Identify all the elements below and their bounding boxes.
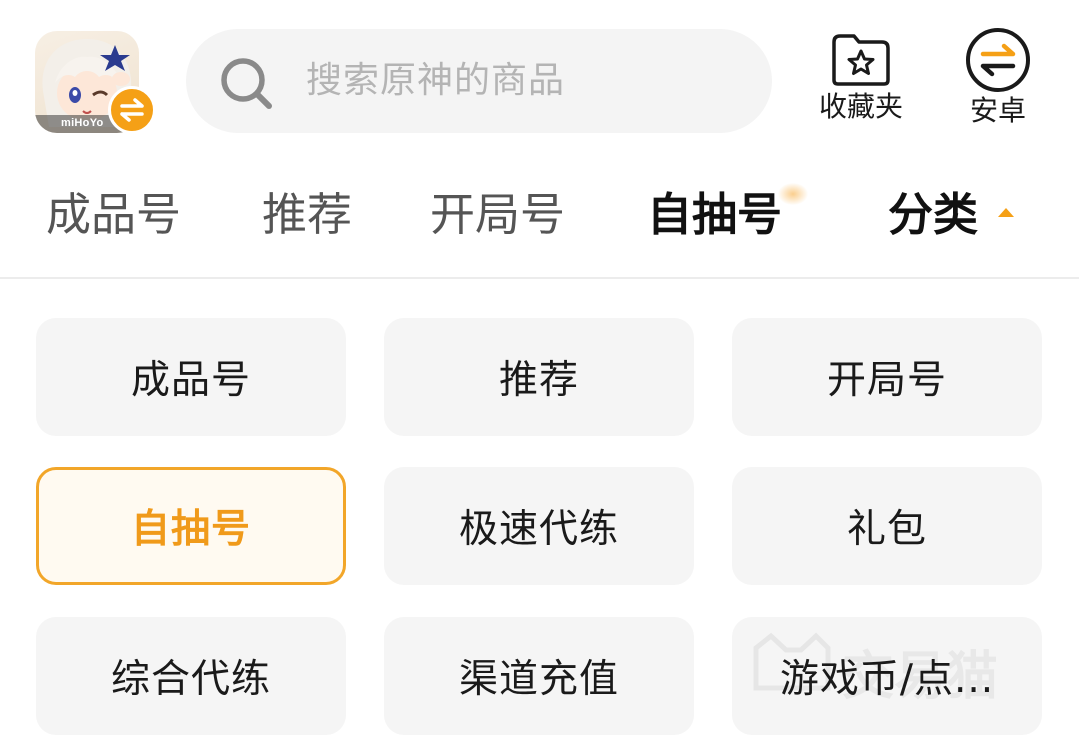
- brand-wordmark: miHoYo: [61, 117, 104, 129]
- tab-recommended[interactable]: 推荐: [262, 170, 352, 260]
- category-general-boosting[interactable]: 综合代练: [36, 617, 346, 735]
- category-starter-accounts[interactable]: 开局号: [732, 318, 1042, 436]
- tab-starter-accounts[interactable]: 开局号: [430, 170, 565, 260]
- category-finished-accounts[interactable]: 成品号: [36, 318, 346, 436]
- tab-self-roll-accounts[interactable]: 自抽号: [647, 170, 782, 260]
- android-platform-button[interactable]: 安卓: [950, 26, 1046, 128]
- favorites-button[interactable]: 收藏夹: [808, 30, 914, 124]
- tab-divider: [0, 277, 1079, 279]
- category-game-currency[interactable]: 游戏币/点...: [732, 617, 1042, 735]
- search-icon: [221, 58, 272, 109]
- category-channel-topup[interactable]: 渠道充值: [384, 617, 694, 735]
- search-placeholder: 搜索原神的商品: [306, 60, 566, 101]
- category-express-boosting[interactable]: 极速代练: [384, 467, 694, 585]
- category-dropdown-tab[interactable]: 分类: [888, 170, 978, 260]
- platform-switch-icon: [966, 28, 1030, 92]
- category-recommended[interactable]: 推荐: [384, 318, 694, 436]
- android-label: 安卓: [969, 94, 1026, 127]
- tab-highlight-dot: [778, 183, 808, 205]
- swap-arrows-icon: [120, 98, 144, 122]
- favorites-label: 收藏夹: [818, 90, 903, 123]
- tab-finished-accounts[interactable]: 成品号: [46, 170, 181, 260]
- category-gift-packs[interactable]: 礼包: [732, 467, 1042, 585]
- caret-up-icon: [998, 208, 1014, 217]
- search-bar[interactable]: 搜索原神的商品: [186, 29, 772, 133]
- favorites-folder-star-icon: [832, 34, 890, 86]
- category-self-roll-accounts[interactable]: 自抽号: [36, 467, 346, 585]
- switch-game-badge[interactable]: [108, 86, 156, 134]
